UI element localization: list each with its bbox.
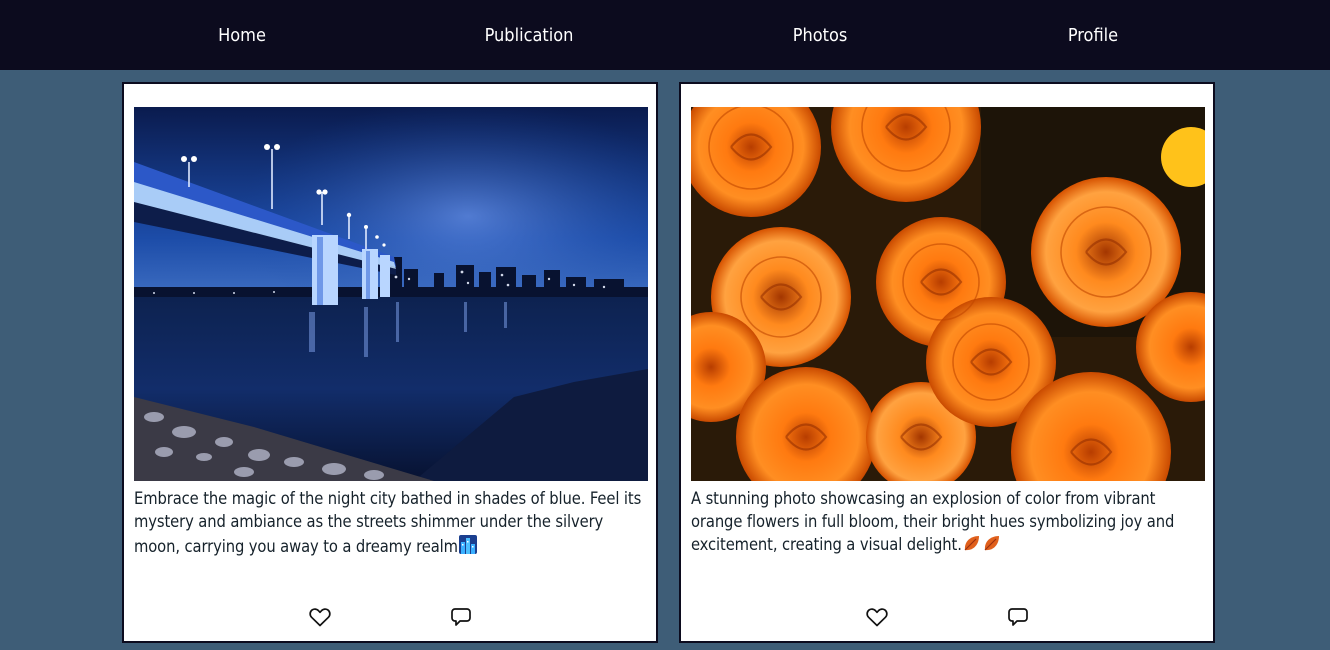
post-caption-text: A stunning photo showcasing an explosion… — [691, 489, 1175, 554]
nav-profile-link[interactable]: Profile — [1068, 0, 1118, 72]
nav-home-link[interactable]: Home — [218, 0, 266, 72]
heart-icon — [309, 608, 331, 627]
heart-icon — [866, 608, 888, 627]
post-card: A stunning photo showcasing an explosion… — [679, 82, 1215, 643]
comment-button[interactable] — [449, 605, 473, 629]
top-navigation-bar: Home Publication Photos Profile — [0, 0, 1330, 70]
post-photo-night-city-bridge[interactable] — [134, 107, 648, 481]
post-photo-orange-roses[interactable] — [691, 107, 1205, 481]
fallen-leaf-icon — [982, 533, 1002, 559]
post-card: Embrace the magic of the night city bath… — [122, 82, 658, 643]
post-caption: A stunning photo showcasing an explosion… — [691, 487, 1206, 559]
nav-photos-link[interactable]: Photos — [793, 0, 848, 72]
post-caption: Embrace the magic of the night city bath… — [134, 487, 649, 561]
comment-button[interactable] — [1006, 605, 1030, 629]
speech-bubble-icon — [1008, 608, 1028, 626]
nav-publication-link[interactable]: Publication — [485, 0, 574, 72]
fallen-leaf-icon — [962, 533, 982, 559]
speech-bubble-icon — [451, 608, 471, 626]
cityscape-at-night-icon — [458, 533, 478, 561]
like-button[interactable] — [308, 605, 332, 629]
like-button[interactable] — [865, 605, 889, 629]
post-caption-text: Embrace the magic of the night city bath… — [134, 489, 642, 556]
